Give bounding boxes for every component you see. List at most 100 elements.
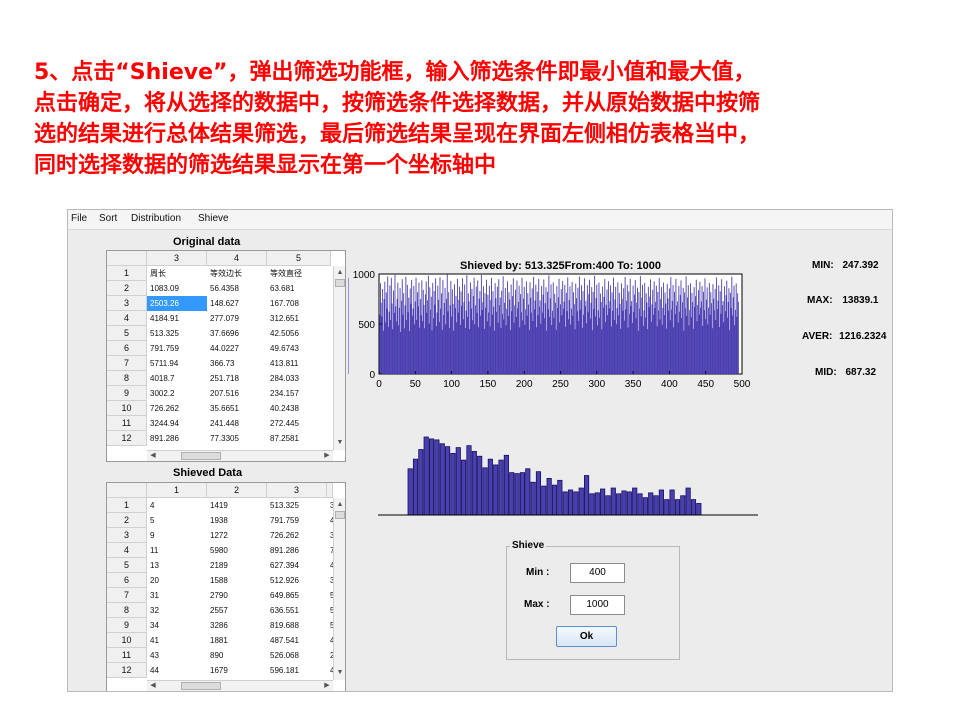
scroll-left-arrow-icon[interactable]: ◀ (147, 451, 159, 461)
table-cell[interactable]: 627.394 (267, 558, 327, 573)
row-header[interactable]: 10 (107, 633, 147, 648)
scroll-down-arrow-icon[interactable]: ▼ (334, 438, 345, 448)
table-cell[interactable]: 3002.2 (147, 386, 207, 401)
table-cell[interactable]: 1419 (207, 498, 267, 513)
table-cell[interactable]: 44.0227 (207, 341, 267, 356)
scroll-right-arrow-icon[interactable]: ▶ (321, 681, 333, 691)
row-header[interactable]: 11 (107, 648, 147, 663)
table-cell[interactable]: 87.2581 (267, 431, 331, 446)
table-cell[interactable]: 49.6743 (267, 341, 331, 356)
shieved-data-table[interactable]: 123141419513.3253251938791.7594391272726… (106, 482, 346, 691)
table-cell[interactable]: 40.2438 (267, 401, 331, 416)
table-cell[interactable]: 513.325 (147, 326, 207, 341)
row-header[interactable]: 4 (107, 543, 147, 558)
table-cell[interactable]: 726.262 (267, 528, 327, 543)
table-cell[interactable]: 791.759 (147, 341, 207, 356)
menu-distribution[interactable]: Distribution (131, 213, 181, 224)
table-cell[interactable]: 1083.09 (147, 281, 207, 296)
scroll-thumb[interactable] (335, 511, 345, 519)
horizontal-scrollbar[interactable]: ◀ ▶ (147, 680, 333, 691)
column-header[interactable]: 2 (207, 483, 267, 498)
table-cell[interactable]: 5980 (207, 543, 267, 558)
table-cell[interactable]: 2790 (207, 588, 267, 603)
row-header[interactable]: 2 (107, 513, 147, 528)
column-header[interactable]: 4 (207, 251, 267, 266)
ok-button[interactable]: Ok (556, 626, 617, 647)
max-input[interactable]: 1000 (570, 595, 625, 615)
table-cell[interactable]: 1938 (207, 513, 267, 528)
table-cell[interactable]: 4018.7 (147, 371, 207, 386)
row-header[interactable]: 8 (107, 371, 147, 386)
table-cell[interactable]: 649.865 (267, 588, 327, 603)
row-header[interactable]: 12 (107, 663, 147, 678)
row-header[interactable]: 11 (107, 416, 147, 431)
table-cell[interactable]: 1679 (207, 663, 267, 678)
column-header[interactable]: 5 (267, 251, 331, 266)
table-cell[interactable]: 207.516 (207, 386, 267, 401)
table-cell[interactable]: 284.033 (267, 371, 331, 386)
scroll-thumb[interactable] (335, 279, 345, 287)
vertical-scrollbar[interactable]: ▲ ▼ (333, 266, 345, 450)
table-cell[interactable]: 3244.94 (147, 416, 207, 431)
scroll-thumb[interactable] (181, 452, 221, 460)
table-cell[interactable]: 42.5056 (267, 326, 331, 341)
table-cell[interactable]: 726.262 (147, 401, 207, 416)
table-cell[interactable]: 5 (147, 513, 207, 528)
table-cell[interactable]: 791.759 (267, 513, 327, 528)
table-cell[interactable]: 148.627 (207, 296, 267, 311)
table-cell[interactable]: 56.4358 (207, 281, 267, 296)
scroll-up-arrow-icon[interactable]: ▲ (334, 500, 345, 510)
table-cell[interactable]: 周长 (147, 266, 207, 281)
table-cell[interactable]: 277.079 (207, 311, 267, 326)
table-cell[interactable]: 312.651 (267, 311, 331, 326)
table-cell[interactable]: 366.73 (207, 356, 267, 371)
table-cell[interactable]: 891.286 (267, 543, 327, 558)
row-header[interactable]: 5 (107, 326, 147, 341)
table-cell[interactable]: 526.068 (267, 648, 327, 663)
table-cell[interactable]: 3286 (207, 618, 267, 633)
table-cell[interactable]: 35.6651 (207, 401, 267, 416)
scroll-down-arrow-icon[interactable]: ▼ (334, 668, 345, 678)
row-header[interactable]: 3 (107, 296, 147, 311)
table-cell[interactable]: 1272 (207, 528, 267, 543)
table-cell[interactable]: 4 (147, 498, 207, 513)
table-cell[interactable]: 等效边长 (207, 266, 267, 281)
table-cell[interactable]: 77.3305 (207, 431, 267, 446)
table-cell[interactable]: 891.286 (147, 431, 207, 446)
row-header[interactable]: 6 (107, 341, 147, 356)
row-header[interactable]: 1 (107, 498, 147, 513)
menu-shieve[interactable]: Shieve (198, 213, 229, 224)
table-cell[interactable]: 413.811 (267, 356, 331, 371)
table-cell[interactable]: 32 (147, 603, 207, 618)
row-header[interactable]: 2 (107, 281, 147, 296)
column-header[interactable]: 1 (147, 483, 207, 498)
table-cell[interactable]: 9 (147, 528, 207, 543)
table-cell[interactable]: 4184.91 (147, 311, 207, 326)
original-data-table[interactable]: 3 4 5 1 周长 等效边长 等效直径 2 1083.09 56.4358 63.681 3 2503… (106, 250, 346, 462)
table-cell[interactable]: 234.157 (267, 386, 331, 401)
table-cell[interactable]: 31 (147, 588, 207, 603)
table-cell[interactable]: 890 (207, 648, 267, 663)
table-cell[interactable]: 2189 (207, 558, 267, 573)
row-header[interactable]: 4 (107, 311, 147, 326)
table-cell[interactable]: 512.926 (267, 573, 327, 588)
column-header[interactable]: 3 (267, 483, 327, 498)
table-cell[interactable]: 513.325 (267, 498, 327, 513)
vertical-scrollbar[interactable]: ▲ ▼ (333, 498, 345, 680)
row-header[interactable]: 1 (107, 266, 147, 281)
row-header[interactable]: 8 (107, 603, 147, 618)
table-cell[interactable]: 43 (147, 648, 207, 663)
row-header[interactable]: 7 (107, 588, 147, 603)
menu-sort[interactable]: Sort (99, 213, 117, 224)
min-input[interactable]: 400 (570, 563, 625, 583)
scroll-left-arrow-icon[interactable]: ◀ (147, 681, 159, 691)
row-header[interactable]: 6 (107, 573, 147, 588)
table-cell[interactable]: 819.688 (267, 618, 327, 633)
table-cell[interactable]: 1881 (207, 633, 267, 648)
table-cell[interactable]: 596.181 (267, 663, 327, 678)
scroll-thumb[interactable] (181, 682, 221, 690)
table-cell[interactable]: 13 (147, 558, 207, 573)
column-header[interactable]: 3 (147, 251, 207, 266)
table-cell[interactable]: 241.448 (207, 416, 267, 431)
table-cell[interactable]: 等效直径 (267, 266, 331, 281)
